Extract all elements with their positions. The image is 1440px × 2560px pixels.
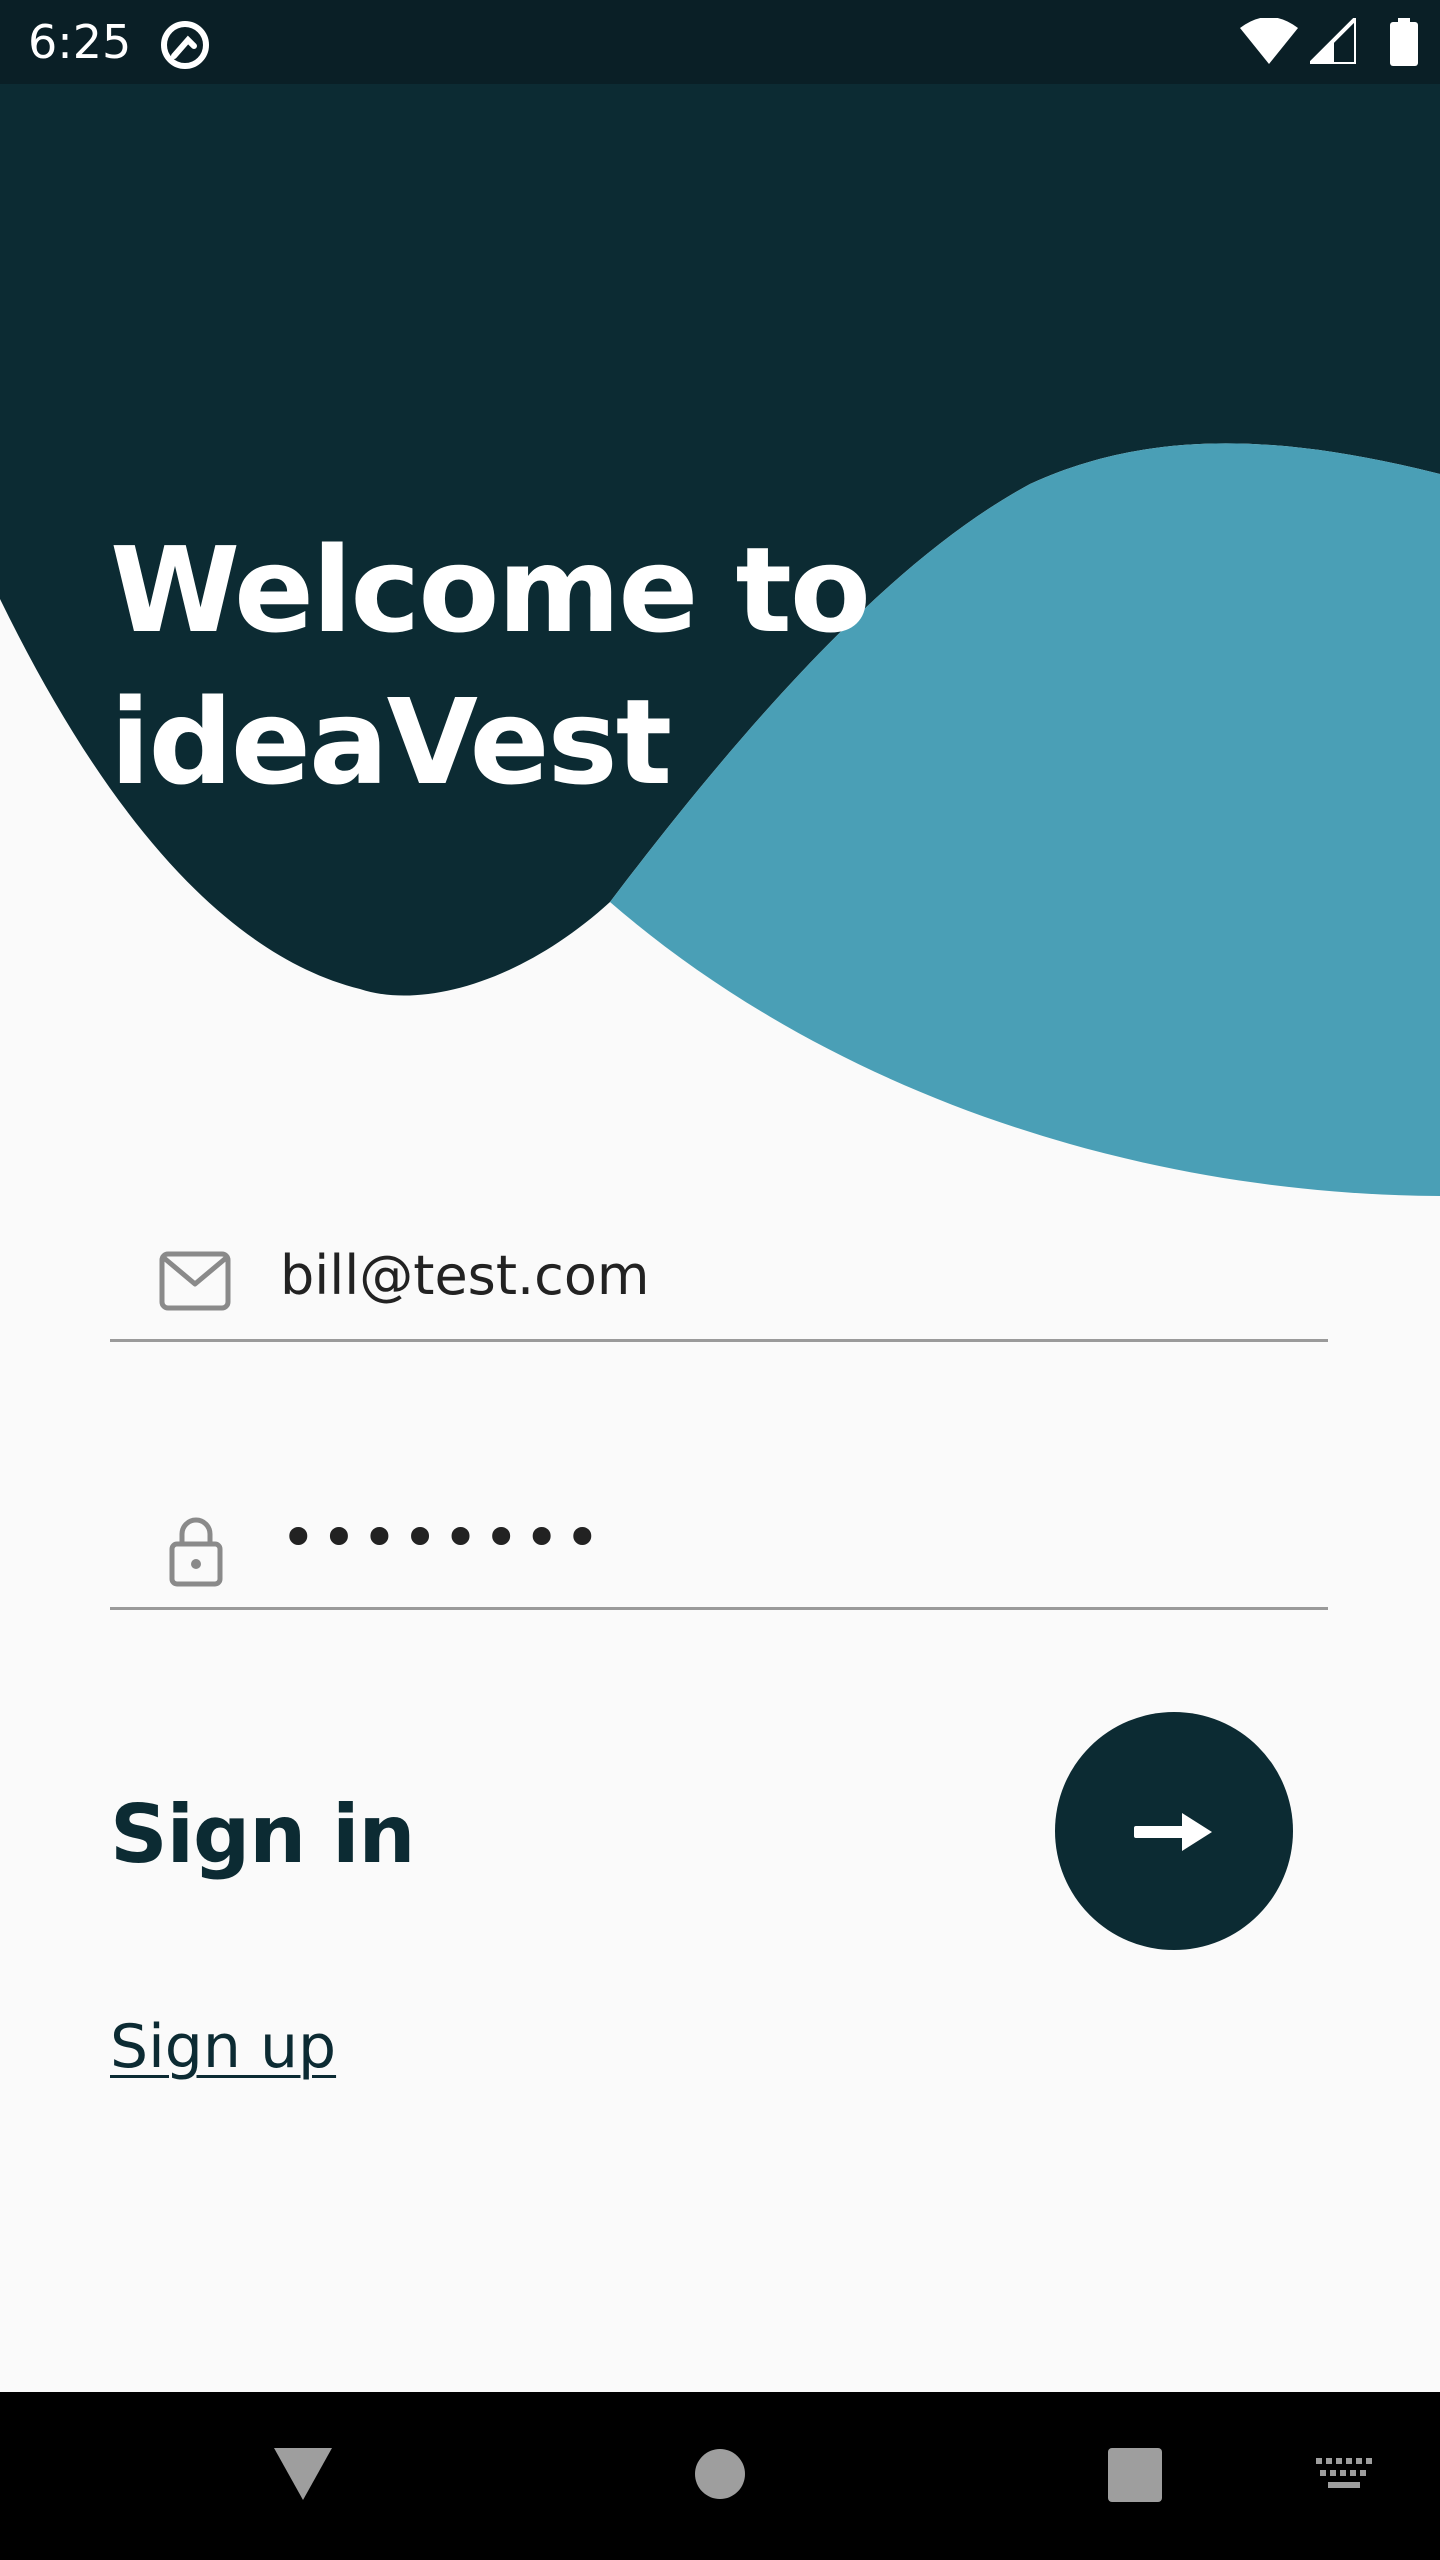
sign-up-link[interactable]: Sign up bbox=[110, 2012, 336, 2082]
sign-in-button[interactable] bbox=[1055, 1712, 1293, 1950]
battery-icon bbox=[1390, 18, 1418, 66]
arrow-right-icon bbox=[1134, 1813, 1212, 1851]
welcome-title: Welcome to ideaVest bbox=[110, 521, 871, 811]
wifi-icon bbox=[1240, 18, 1298, 64]
status-time: 6:25 bbox=[28, 15, 132, 69]
recents-icon[interactable] bbox=[1108, 2448, 1162, 2502]
home-icon[interactable] bbox=[694, 2448, 746, 2500]
email-field[interactable] bbox=[110, 1222, 1328, 1342]
mail-icon bbox=[159, 1251, 231, 1311]
hero-banner: Welcome to ideaVest bbox=[0, 84, 1440, 1224]
back-icon[interactable] bbox=[274, 2448, 332, 2500]
email-input[interactable] bbox=[280, 1240, 1328, 1310]
password-input[interactable]: •••••••• bbox=[280, 1498, 605, 1578]
password-field[interactable]: •••••••• bbox=[110, 1490, 1328, 1610]
signal-icon bbox=[1310, 18, 1356, 64]
lock-icon bbox=[169, 1517, 223, 1587]
status-bar: 6:25 bbox=[0, 0, 1440, 84]
keyboard-icon[interactable] bbox=[1316, 2458, 1372, 2492]
navigation-bar bbox=[0, 2392, 1440, 2560]
app-notification-icon bbox=[161, 21, 209, 69]
sign-in-label: Sign in bbox=[110, 1788, 415, 1881]
